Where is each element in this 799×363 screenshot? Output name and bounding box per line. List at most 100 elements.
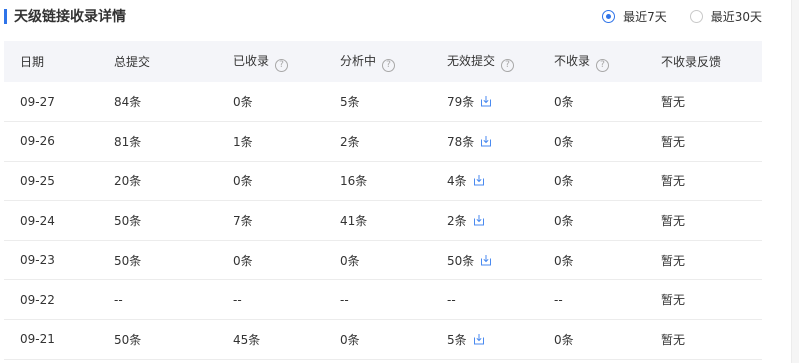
indexed-cell: 45条 (217, 319, 324, 360)
cell-value: 0条 (233, 253, 253, 268)
cell-value: 7条 (233, 214, 253, 229)
cell-value: 2条 (447, 214, 467, 229)
invalid-submitted-cell: 50条 (431, 240, 538, 281)
date-cell: 09-23 (4, 240, 98, 281)
indexed-cell: 0条 (217, 240, 324, 281)
cell-value: 09-21 (20, 332, 55, 347)
range-option-label: 最近7天 (623, 10, 667, 24)
total-submitted-cell: 84条 (98, 82, 217, 123)
cell-value: 16条 (340, 174, 368, 189)
cell-value: 41条 (340, 214, 368, 229)
title-accent-bar (4, 9, 7, 24)
cell-value: 0条 (340, 253, 360, 268)
cell-value: 50条 (114, 253, 142, 268)
range-option-30-days[interactable]: 最近30天 (689, 8, 762, 25)
cell-value: 0条 (554, 253, 574, 268)
feedback-cell: 暂无 (645, 279, 762, 321)
download-icon[interactable] (473, 333, 485, 345)
radio-checked-icon[interactable] (602, 10, 616, 23)
cell-value: 2条 (340, 134, 360, 149)
cell-value: 81条 (114, 134, 142, 149)
table-header-row: 日期 总提交 已收录? 分析中? 无效提交? 不收录? 不收录反馈 (4, 41, 762, 82)
analyzing-cell: 5条 (324, 82, 431, 123)
help-icon[interactable]: ? (382, 58, 396, 72)
scrollbar[interactable] (791, 0, 799, 363)
feedback-cell: 暂无 (645, 319, 762, 360)
indexed-cell: -- (217, 279, 324, 321)
analyzing-cell: 0条 (324, 240, 431, 281)
cell-value: 09-24 (20, 213, 55, 228)
cell-value: 20条 (114, 174, 142, 189)
cell-value: 暂无 (661, 174, 686, 189)
indexed-cell: 1条 (217, 121, 324, 162)
analyzing-cell: 0条 (324, 319, 431, 360)
cell-value: -- (340, 292, 349, 307)
feedback-cell: 暂无 (645, 82, 762, 123)
inclusion-details-table: 日期 总提交 已收录? 分析中? 无效提交? 不收录? 不收录反馈 09-27 8… (4, 41, 762, 360)
analyzing-cell: 2条 (324, 121, 431, 162)
page-title: 天级链接收录详情 (14, 9, 126, 25)
invalid-submitted-cell: -- (431, 279, 538, 321)
cell-value: 50条 (114, 214, 142, 229)
date-cell: 09-22 (4, 279, 98, 321)
analyzing-cell: 41条 (324, 200, 431, 241)
column-header-not-indexed: 不收录? (538, 41, 645, 82)
cell-value: 暂无 (661, 214, 686, 229)
cell-value: 0条 (554, 174, 574, 189)
indexed-cell: 7条 (217, 200, 324, 241)
cell-value: 1条 (233, 134, 253, 149)
column-header-not-indexed-feedback: 不收录反馈 (661, 55, 722, 69)
not-indexed-cell: 0条 (538, 319, 645, 360)
cell-value: 0条 (233, 174, 253, 189)
cell-value: 84条 (114, 95, 142, 110)
not-indexed-cell: 0条 (538, 200, 645, 241)
cell-value: -- (114, 292, 123, 307)
help-icon[interactable]: ? (275, 58, 289, 72)
date-range-selector: 最近7天 最近30天 (602, 8, 762, 25)
table-row: 09-24 50条 7条 41条 2条 0条 暂无 (4, 200, 762, 241)
total-submitted-cell: 50条 (98, 200, 217, 241)
analyzing-cell: 16条 (324, 161, 431, 202)
cell-value: 09-22 (20, 292, 55, 307)
feedback-cell: 暂无 (645, 200, 762, 241)
download-icon[interactable] (473, 214, 485, 226)
table-row: 09-27 84条 0条 5条 79条 0条 暂无 (4, 82, 762, 123)
indexed-cell: 0条 (217, 161, 324, 202)
cell-value: 0条 (340, 332, 360, 347)
cell-value: 暂无 (661, 134, 686, 149)
download-icon[interactable] (480, 95, 492, 107)
table-row: 09-22 -- -- -- -- -- 暂无 (4, 279, 762, 321)
date-cell: 09-27 (4, 82, 98, 123)
date-cell: 09-25 (4, 161, 98, 202)
cell-value: 09-25 (20, 173, 55, 188)
download-icon[interactable] (480, 135, 492, 147)
column-header-indexed: 已收录? (217, 41, 324, 82)
invalid-submitted-cell: 79条 (431, 82, 538, 123)
cell-value: 暂无 (661, 293, 686, 308)
cell-value: 5条 (447, 332, 467, 347)
total-submitted-cell: 20条 (98, 161, 217, 202)
cell-value: -- (233, 292, 242, 307)
cell-value: 0条 (554, 134, 574, 149)
range-option-label: 最近30天 (710, 10, 762, 24)
cell-value: 0条 (554, 332, 574, 347)
download-icon[interactable] (473, 174, 485, 186)
not-indexed-cell: 0条 (538, 161, 645, 202)
cell-value: 78条 (447, 134, 475, 149)
column-header-total-submitted: 总提交 (114, 55, 151, 69)
feedback-cell: 暂无 (645, 121, 762, 162)
feedback-cell: 暂无 (645, 240, 762, 281)
column-header-analyzing: 分析中? (324, 41, 431, 82)
range-option-7-days[interactable]: 最近7天 (602, 8, 667, 25)
help-icon[interactable]: ? (596, 58, 610, 72)
radio-unchecked-icon[interactable] (689, 10, 703, 23)
cell-value: 50条 (114, 332, 142, 347)
date-cell: 09-24 (4, 200, 98, 241)
download-icon[interactable] (480, 254, 492, 266)
cell-value: 45条 (233, 332, 261, 347)
table-row: 09-21 50条 45条 0条 5条 0条 暂无 (4, 319, 762, 360)
invalid-submitted-cell: 78条 (431, 121, 538, 162)
not-indexed-cell: 0条 (538, 240, 645, 281)
invalid-submitted-cell: 2条 (431, 200, 538, 241)
help-icon[interactable]: ? (501, 58, 515, 72)
